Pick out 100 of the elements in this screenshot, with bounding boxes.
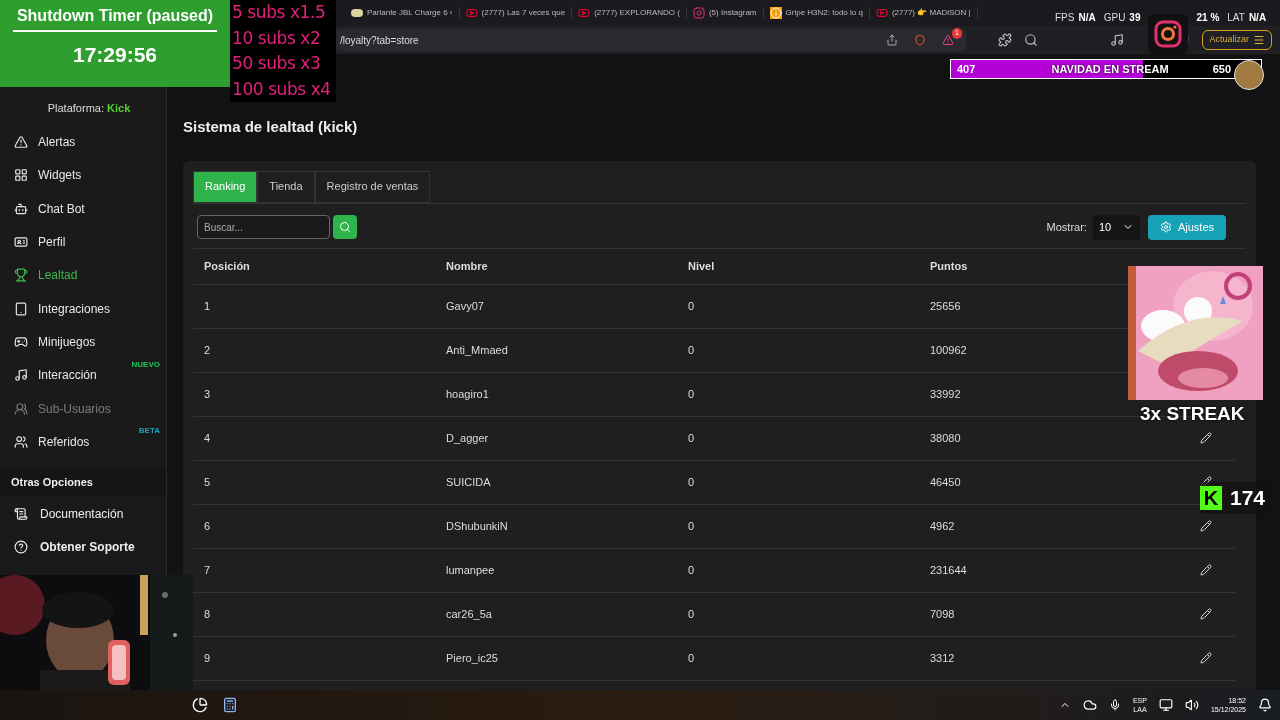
badge-label: NUEVO — [131, 359, 160, 370]
timer-title: Shutdown Timer (paused) — [12, 4, 218, 32]
share-icon[interactable] — [886, 34, 898, 46]
table-cell-text: 0 — [688, 474, 695, 490]
avatar — [1234, 60, 1264, 90]
table-cell-text: 7098 — [930, 606, 955, 622]
table-cell-text: 25656 — [930, 298, 961, 314]
sidebar-item[interactable]: Obtener Soporte — [0, 530, 166, 564]
goal-target: 650 — [1212, 61, 1231, 77]
calculator-icon[interactable] — [222, 697, 238, 713]
browser-tab[interactable]: Parlante JBL Charge 6 ‹ — [345, 7, 460, 19]
page-size-select[interactable]: 10 — [1092, 214, 1140, 240]
trophy-icon — [14, 268, 28, 283]
sidebar-item[interactable]: Minijuegos — [0, 325, 166, 359]
kick-count: 174 — [1230, 485, 1266, 511]
pencil-icon[interactable] — [1200, 652, 1212, 664]
volume-icon[interactable] — [1184, 698, 1199, 712]
gamepad-icon — [14, 334, 28, 349]
play-icon — [875, 7, 888, 19]
stat-value: N/A — [1248, 11, 1267, 25]
table-cell-text: Anti_Mmaed — [446, 342, 508, 358]
table-cell-text: 2 — [204, 342, 211, 358]
table-cell-text: DShubunkiN — [446, 518, 508, 534]
table-cell-text: 4 — [204, 430, 211, 446]
sidebar-item[interactable]: Referidos BETA — [0, 425, 166, 459]
table-cell-text: 3312 — [930, 650, 955, 666]
warning-icon — [14, 135, 28, 150]
browser-tab[interactable]: (5) Instagram — [686, 7, 764, 19]
table-cell-text: 3 — [204, 386, 211, 402]
sidebar-item[interactable]: Interacción NUEVO — [0, 358, 166, 392]
menu-icon — [1253, 34, 1265, 46]
table-cell-text: 4962 — [930, 518, 955, 534]
pencil-icon[interactable] — [1200, 564, 1212, 576]
subs-goal-text: 10 subs x2 — [232, 26, 322, 50]
pencil-icon[interactable] — [1200, 520, 1212, 532]
music-icon[interactable] — [1110, 33, 1125, 47]
browser-tab[interactable]: (2777) Las 7 veces que — [459, 7, 573, 19]
table-cell-text: 7 — [204, 562, 211, 578]
search-icon[interactable] — [1024, 33, 1039, 47]
table-cell-text: 1 — [204, 298, 211, 314]
table-cell-text: 0 — [688, 606, 695, 622]
users-icon — [14, 401, 28, 416]
gears-icon — [1159, 221, 1172, 233]
lion-shield-icon[interactable] — [914, 34, 926, 46]
sidebar-item[interactable]: Lealtad — [0, 258, 166, 292]
triangle-icon[interactable] — [942, 34, 954, 46]
subs-goal-text: 100 subs x4 — [232, 77, 332, 101]
stat-label: FPS — [1055, 11, 1075, 25]
sidebar-item[interactable]: Widgets — [0, 158, 166, 193]
table-cell-text: 33992 — [930, 386, 961, 402]
pencil-icon[interactable] — [1200, 608, 1212, 620]
platform-value: Kick — [107, 102, 131, 114]
sidebar-item[interactable]: Documentación — [0, 497, 166, 531]
table-cell-text: 0 — [688, 342, 695, 358]
stat-value: 39 — [1129, 11, 1141, 25]
search-icon — [339, 221, 351, 233]
table-cell-text: 100962 — [930, 342, 967, 358]
tablet-icon — [14, 301, 28, 316]
cloud-icon[interactable] — [1082, 698, 1097, 712]
tab[interactable]: Registro de ventas — [314, 170, 431, 203]
stat-value: N/A — [1078, 11, 1096, 25]
puzzle-icon[interactable] — [998, 33, 1013, 47]
sidebar-item[interactable]: Alertas — [0, 125, 166, 159]
monitor-icon[interactable] — [1158, 698, 1173, 712]
stat-value: 21 % — [1196, 11, 1220, 25]
bell-icon[interactable] — [1258, 698, 1272, 712]
table-cell-text: car26_5a — [446, 606, 492, 622]
search-button[interactable] — [333, 215, 357, 239]
timer-value: 17:29:56 — [72, 42, 158, 68]
subs-goal-text: 5 subs x1.5 — [232, 1, 327, 24]
browser-tab[interactable]: (2777) 👉 MADiSON | — [869, 7, 978, 19]
browser-tab[interactable]: Gripe H3N2: todo lo q — [763, 7, 870, 19]
pie-chart-icon[interactable] — [192, 697, 208, 713]
table-cell-text: 0 — [688, 562, 695, 578]
table-cell-text: Gavy07 — [446, 298, 484, 314]
table-cell-text: 0 — [688, 430, 695, 446]
table-cell-text: lumanpee — [446, 562, 495, 578]
table-cell-text: 0 — [688, 298, 695, 314]
update-button[interactable]: Actualizar — [1202, 30, 1272, 50]
sidebar-item[interactable]: Perfil — [0, 225, 166, 259]
tab[interactable]: Tienda — [257, 170, 315, 203]
stat-label: GPU — [1103, 11, 1126, 25]
scroll-icon — [14, 506, 28, 521]
table-cell-text: SUICIDA — [446, 474, 491, 490]
play-icon — [578, 7, 591, 19]
column-header: Nivel — [677, 248, 919, 285]
browser-tab[interactable]: (2777) EXPLORANDO ( — [572, 7, 687, 19]
subs-goal-text: 50 subs x3 — [232, 52, 322, 75]
sidebar-item[interactable]: Integraciones — [0, 292, 166, 326]
camera-logo-icon — [1148, 14, 1188, 54]
mic-icon[interactable] — [1108, 699, 1121, 711]
search-field[interactable]: Buscar... — [197, 215, 330, 239]
camera-icon — [692, 7, 705, 19]
info-icon — [769, 7, 782, 19]
sidebar-item[interactable]: Chat Bot — [0, 192, 166, 226]
play-icon — [465, 7, 478, 19]
pencil-icon[interactable] — [1200, 432, 1212, 444]
table-cell-text: hoagiro1 — [446, 386, 489, 402]
table-cell-text: 0 — [688, 518, 695, 534]
table-cell-text: 0 — [688, 650, 695, 666]
